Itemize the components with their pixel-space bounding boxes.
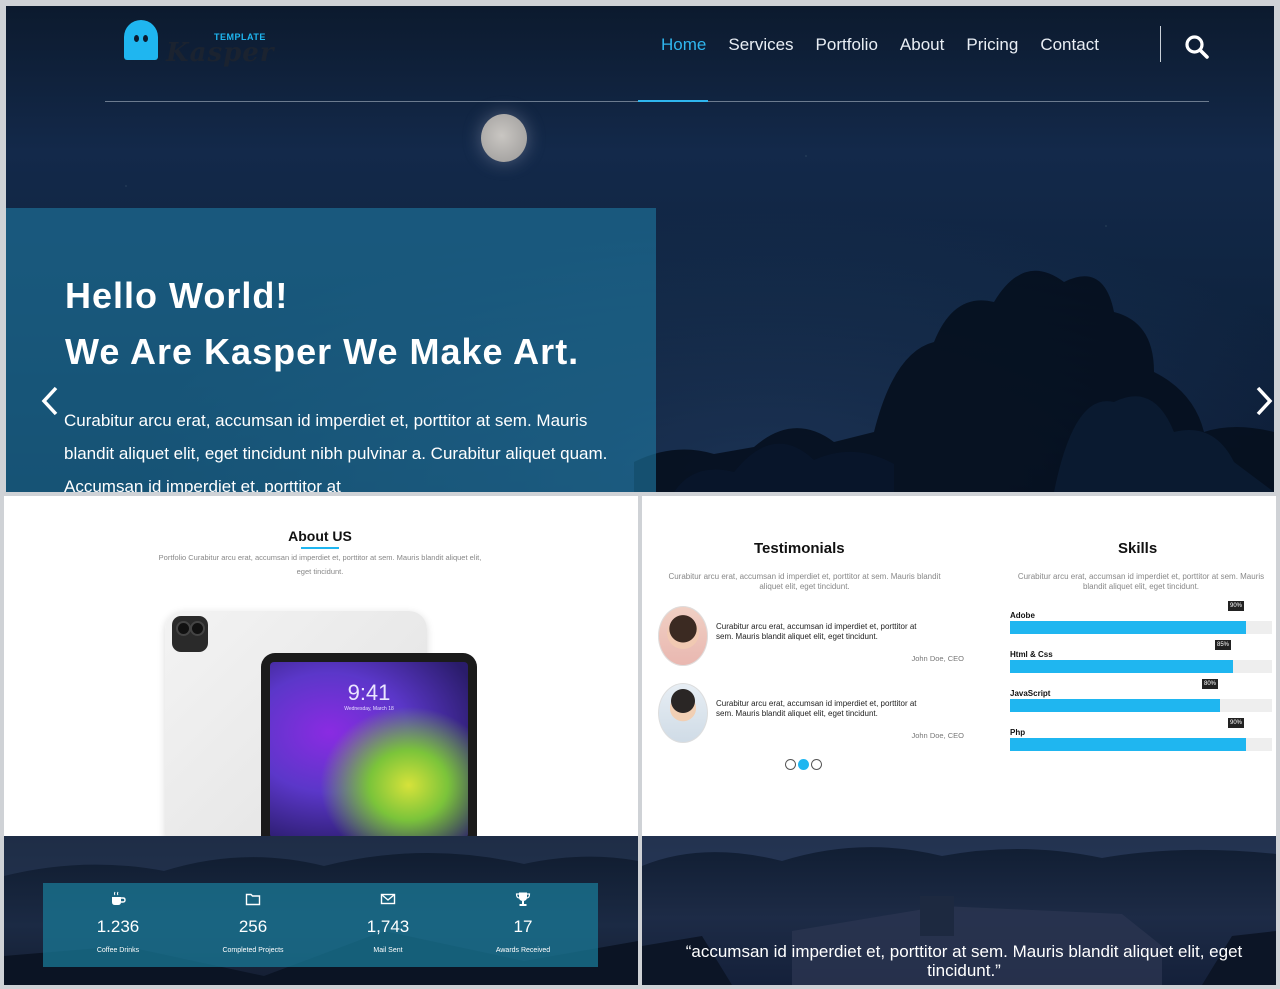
quote-text: “accumsan id imperdiet et, porttitor at … <box>685 942 1243 980</box>
hero-subheading: We Are Kasper We Make Art. <box>65 331 580 372</box>
skills-subtitle: Curabitur arcu erat, accumsan id imperdi… <box>1017 572 1265 591</box>
hero-heading: Hello World! <box>65 275 289 316</box>
stat-label: Coffee Drinks <box>96 947 140 954</box>
testimonial-item: Curabitur arcu erat, accumsan id imperdi… <box>658 683 964 747</box>
mail-icon <box>380 893 396 905</box>
skill-percent-badge: 80% <box>1202 679 1219 689</box>
about-section: About US Portfolio Curabitur arcu erat, … <box>4 496 638 836</box>
coffee-icon <box>112 891 126 905</box>
testimonials-title: Testimonials <box>754 540 845 557</box>
skill-progress-bar <box>1010 699 1220 712</box>
skill-name: Html & Css <box>1010 650 1053 659</box>
skill-percent-badge: 85% <box>1215 640 1232 650</box>
testimonial-text: Curabitur arcu erat, accumsan id imperdi… <box>716 699 917 718</box>
testimonial-item: Curabitur arcu erat, accumsan id imperdi… <box>658 606 964 670</box>
skill-name: Adobe <box>1010 611 1035 620</box>
skill-item: 90% Php <box>1010 718 1272 754</box>
stat-label: Completed Projects <box>222 947 284 954</box>
hero-section: TEMPLATE Kasper Home Services Portfolio … <box>6 6 1274 492</box>
stat-item: 17 Awards Received <box>463 891 583 954</box>
nav-home[interactable]: Home <box>650 34 717 56</box>
chevron-left-icon[interactable] <box>38 384 62 418</box>
main-nav: Home Services Portfolio About Pricing Co… <box>650 34 1110 56</box>
logo[interactable]: TEMPLATE Kasper <box>124 20 274 70</box>
about-title: About US <box>288 528 352 544</box>
testimonial-author: John Doe, CEO <box>911 654 964 663</box>
skill-progress-bar <box>1010 738 1246 751</box>
moon-image <box>481 114 527 162</box>
testimonials-subtitle: Curabitur arcu erat, accumsan id imperdi… <box>668 572 941 591</box>
camera-module-image <box>172 616 208 652</box>
skill-name: Php <box>1010 728 1026 737</box>
quote-section: “accumsan id imperdiet et, porttitor at … <box>642 836 1276 985</box>
hero-paragraph: Curabitur arcu erat, accumsan id imperdi… <box>64 411 608 492</box>
nav-contact[interactable]: Contact <box>1029 34 1110 56</box>
avatar <box>658 606 708 666</box>
stats-section: 1.236 Coffee Drinks 256 Completed Projec… <box>4 836 638 985</box>
skill-progress-bar <box>1010 621 1246 634</box>
skill-item: 85% Html & Css <box>1010 640 1272 676</box>
nav-pricing[interactable]: Pricing <box>955 34 1029 56</box>
pagination-dot-active[interactable] <box>798 759 809 770</box>
device-time: 9:41 <box>347 680 391 705</box>
skill-progress-bar <box>1010 660 1233 673</box>
stat-value: 1,743 <box>366 917 410 936</box>
testimonial-pagination <box>785 759 822 770</box>
stat-item: 1.236 Coffee Drinks <box>58 891 178 954</box>
pagination-dot[interactable] <box>785 759 796 770</box>
chevron-right-icon[interactable] <box>1252 384 1274 418</box>
stat-label: Mail Sent <box>373 947 403 954</box>
ghost-logo-icon <box>124 20 158 60</box>
stat-value: 17 <box>513 917 533 936</box>
skill-item: 90% Adobe <box>1010 601 1272 637</box>
trophy-icon <box>515 892 531 906</box>
skill-percent-badge: 90% <box>1228 718 1245 728</box>
trees-silhouette <box>634 270 1274 492</box>
skill-percent-badge: 90% <box>1228 601 1245 611</box>
about-title-underline <box>301 547 339 549</box>
ipad-screen: 9:41 Wednesday, March 18 <box>270 662 468 836</box>
skills-title: Skills <box>1118 540 1158 557</box>
stat-item: 256 Completed Projects <box>193 891 313 954</box>
nav-portfolio[interactable]: Portfolio <box>805 34 889 56</box>
nav-about[interactable]: About <box>889 34 955 56</box>
skill-name: JavaScript <box>1010 689 1051 698</box>
testimonial-text: Curabitur arcu erat, accumsan id imperdi… <box>716 622 917 641</box>
testimonial-author: John Doe, CEO <box>911 731 964 740</box>
avatar <box>658 683 708 743</box>
folder-icon <box>245 893 261 906</box>
stat-item: 1,743 Mail Sent <box>328 891 448 954</box>
stat-value: 1.236 <box>96 917 140 936</box>
stat-label: Awards Received <box>495 947 551 954</box>
logo-wordmark: Kasper <box>166 38 275 68</box>
device-date: Wednesday, March 18 <box>344 706 394 712</box>
skill-item: 80% JavaScript <box>1010 679 1272 715</box>
nav-active-indicator <box>638 100 708 102</box>
hero-caption-box: Hello World! We Are Kasper We Make Art. … <box>6 208 656 492</box>
stat-value: 256 <box>238 917 268 936</box>
navbar: TEMPLATE Kasper Home Services Portfolio … <box>6 6 1274 102</box>
nav-divider <box>1160 26 1161 62</box>
pagination-dot[interactable] <box>811 759 822 770</box>
testimonials-skills-section: Testimonials Curabitur arcu erat, accums… <box>642 496 1276 836</box>
about-text: Portfolio Curabitur arcu erat, accumsan … <box>158 553 482 576</box>
search-icon[interactable] <box>1184 34 1210 60</box>
nav-services[interactable]: Services <box>717 34 804 56</box>
stats-box: 1.236 Coffee Drinks 256 Completed Projec… <box>43 883 598 967</box>
